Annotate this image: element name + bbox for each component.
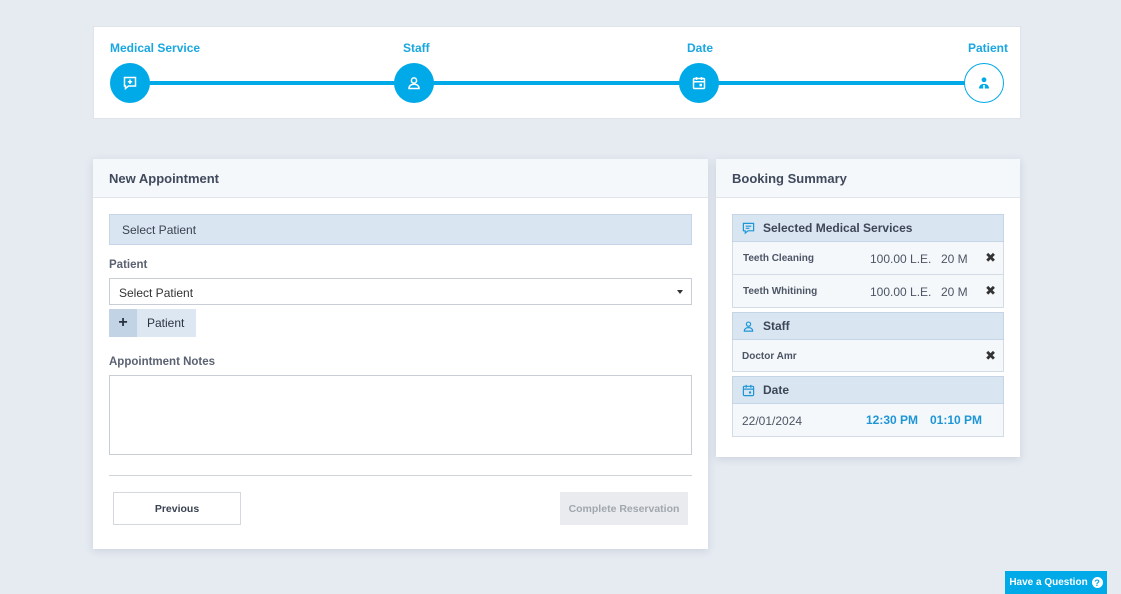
- step-label: Staff: [403, 41, 430, 55]
- start-time: 12:30 PM: [866, 413, 919, 427]
- list-item: Doctor Amr ✖: [732, 340, 1004, 372]
- help-label: Have a Question: [1009, 577, 1088, 588]
- user-icon[interactable]: [394, 63, 434, 103]
- stepper-progress-line: [130, 81, 984, 85]
- patient-label: Patient: [109, 259, 148, 271]
- date-title: Date: [763, 383, 790, 397]
- form-divider: [109, 475, 692, 476]
- staff-header: Staff: [732, 312, 1004, 340]
- plus-icon: +: [109, 309, 137, 337]
- add-patient-label: Patient: [137, 309, 197, 337]
- question-icon: ?: [1091, 577, 1103, 588]
- previous-button[interactable]: Previous: [113, 492, 241, 525]
- service-name: Teeth Cleaning: [743, 253, 814, 264]
- selected-services-title: Selected Medical Services: [763, 221, 913, 235]
- appointment-notes-label: Appointment Notes: [109, 356, 216, 368]
- booking-stepper: Medical Service Staff Date Patient: [93, 26, 1021, 119]
- list-item: Teeth Whitining 100.00 L.E. 20 M ✖: [732, 275, 1004, 308]
- service-price: 100.00 L.E.: [870, 252, 932, 266]
- step-label: Patient: [968, 41, 1009, 55]
- service-duration: 20 M: [941, 252, 968, 266]
- message-plus-icon[interactable]: [110, 63, 150, 103]
- complete-reservation-button[interactable]: Complete Reservation: [560, 492, 688, 525]
- message-icon: [742, 222, 755, 234]
- calendar-icon: [742, 384, 755, 396]
- service-name: Teeth Whitining: [743, 286, 818, 297]
- service-price: 100.00 L.E.: [870, 285, 932, 299]
- select-patient-section-title: Select Patient: [109, 214, 692, 245]
- patient-select-value: Select Patient: [119, 286, 194, 300]
- card-title: New Appointment: [93, 159, 708, 198]
- step-label: Medical Service: [110, 41, 201, 55]
- patient-icon[interactable]: [964, 63, 1004, 103]
- service-duration: 20 M: [941, 285, 968, 299]
- user-icon: [743, 320, 754, 332]
- patient-select[interactable]: Select Patient: [109, 278, 692, 305]
- card-title: Booking Summary: [716, 159, 1020, 198]
- step-label: Date: [687, 41, 714, 55]
- remove-icon[interactable]: ✖: [985, 348, 996, 364]
- list-item: 22/01/2024 12:30 PM 01:10 PM: [732, 404, 1004, 437]
- calendar-icon[interactable]: [679, 63, 719, 103]
- add-patient-button[interactable]: + Patient: [109, 309, 197, 337]
- list-item: Teeth Cleaning 100.00 L.E. 20 M ✖: [732, 242, 1004, 275]
- new-appointment-card: New Appointment Select Patient Patient S…: [93, 159, 708, 549]
- remove-icon[interactable]: ✖: [985, 283, 996, 299]
- staff-name: Doctor Amr: [742, 351, 797, 362]
- booking-summary-card: Booking Summary Selected Medical Service…: [716, 159, 1020, 457]
- date-header: Date: [732, 376, 1004, 404]
- caret-down-icon: [677, 290, 683, 294]
- appointment-date: 22/01/2024: [742, 414, 803, 428]
- have-a-question-button[interactable]: Have a Question ?: [1005, 571, 1107, 594]
- selected-services-header: Selected Medical Services: [732, 214, 1004, 242]
- remove-icon[interactable]: ✖: [985, 250, 996, 266]
- appointment-notes-textarea[interactable]: [109, 375, 692, 455]
- staff-title: Staff: [763, 319, 790, 333]
- end-time: 01:10 PM: [930, 413, 983, 427]
